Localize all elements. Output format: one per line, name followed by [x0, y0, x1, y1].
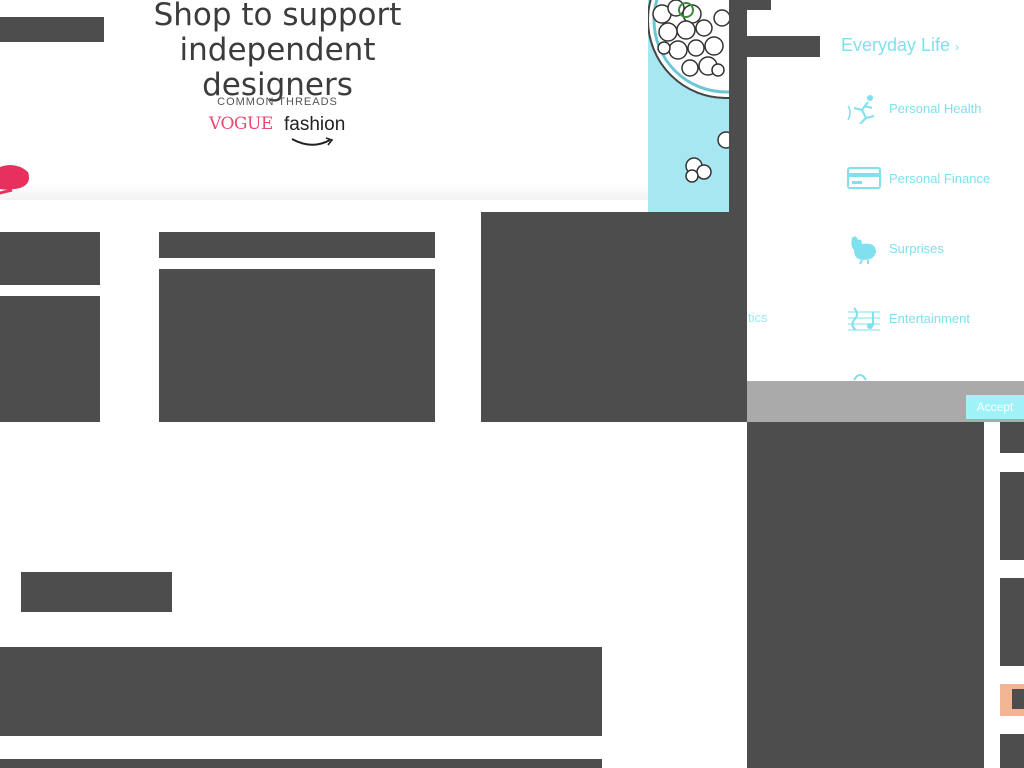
redacted-block	[0, 17, 104, 42]
panel-title-text: Everyday Life	[841, 35, 951, 55]
redacted-block	[1000, 472, 1024, 560]
redacted-block	[0, 232, 100, 285]
redacted-block	[0, 759, 602, 768]
amazon-smile-icon	[291, 137, 334, 146]
redacted-block	[747, 0, 771, 10]
redacted-block	[481, 212, 747, 422]
popcorn-illustration	[648, 0, 729, 183]
redacted-block	[747, 36, 820, 57]
redacted-block	[0, 647, 602, 736]
running-person-icon	[847, 95, 875, 124]
vogue-logo: VOGUE	[209, 114, 273, 134]
chevron-right-icon: ›	[955, 40, 960, 54]
orange-chip	[1000, 684, 1024, 716]
redacted-block	[21, 572, 172, 612]
hero-title: Shop to support independent designers	[100, 0, 455, 103]
hero-caption: COMMON THREADS	[217, 96, 338, 108]
category-label: Surprises	[889, 241, 944, 256]
redacted-block	[1000, 734, 1024, 768]
redacted-block	[1012, 689, 1024, 709]
redacted-block	[159, 269, 435, 422]
redacted-block	[1000, 422, 1024, 453]
redacted-block	[1000, 578, 1024, 666]
popcorn-image	[648, 0, 729, 212]
category-label: Entertainment	[889, 311, 970, 326]
chicken-icon	[851, 236, 876, 264]
panel-title[interactable]: Everyday Life ›	[841, 35, 959, 56]
amazon-fashion-logo: fashion	[284, 114, 346, 135]
music-note-icon	[848, 307, 880, 331]
category-label: Personal Health	[889, 101, 982, 116]
redacted-block	[729, 0, 747, 212]
hero-title-line2: independent designers	[179, 32, 376, 103]
hero-title-line1: Shop to support	[153, 0, 402, 33]
redacted-block	[747, 422, 984, 768]
pink-shoe-image	[0, 165, 29, 195]
category-label: Personal Finance	[889, 171, 991, 186]
accept-button[interactable]: Accept	[966, 395, 1024, 419]
credit-card-icon	[847, 167, 881, 189]
redacted-block	[0, 296, 100, 422]
truncated-category-label: tics	[748, 310, 768, 325]
redacted-block	[159, 232, 435, 258]
